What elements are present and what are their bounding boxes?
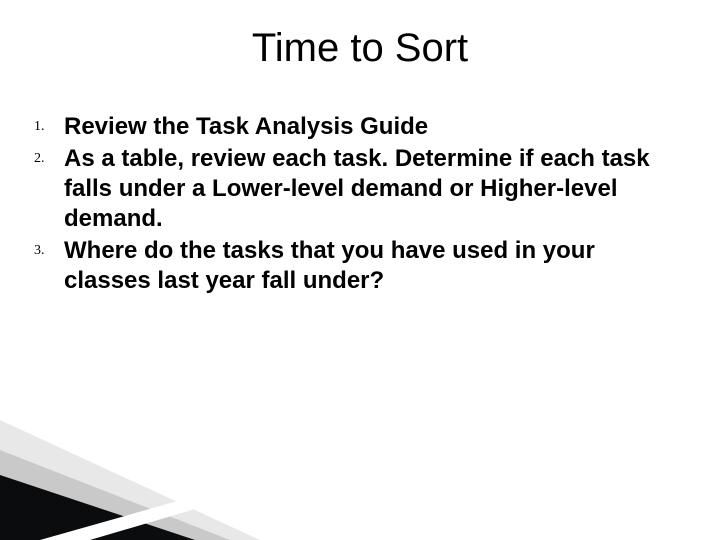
corner-accent-icon bbox=[0, 420, 280, 540]
list-item-number: 1. bbox=[34, 112, 64, 142]
list-item-number: 2. bbox=[34, 144, 64, 174]
list-item: 3. Where do the tasks that you have used… bbox=[34, 236, 680, 296]
slide: Time to Sort 1. Review the Task Analysis… bbox=[0, 0, 720, 540]
list-item-number: 3. bbox=[34, 236, 64, 266]
list-item: 1. Review the Task Analysis Guide bbox=[34, 112, 680, 142]
numbered-list: 1. Review the Task Analysis Guide 2. As … bbox=[34, 112, 680, 298]
list-item-text: Where do the tasks that you have used in… bbox=[64, 236, 680, 296]
list-item: 2. As a table, review each task. Determi… bbox=[34, 144, 680, 234]
list-item-text: Review the Task Analysis Guide bbox=[64, 112, 680, 142]
slide-title: Time to Sort bbox=[0, 26, 720, 71]
list-item-text: As a table, review each task. Determine … bbox=[64, 144, 680, 234]
